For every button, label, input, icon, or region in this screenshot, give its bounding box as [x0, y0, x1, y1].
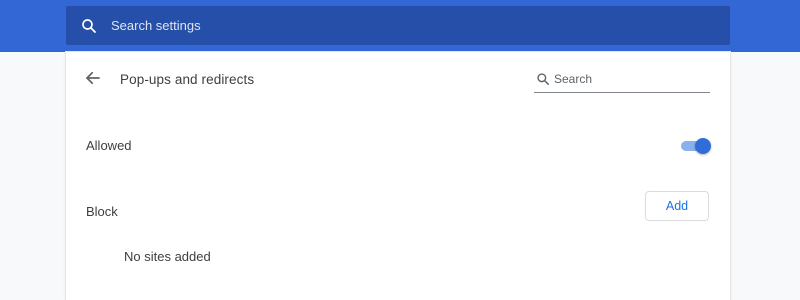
search-icon	[536, 72, 550, 86]
page-title: Pop-ups and redirects	[120, 72, 255, 87]
allowed-label: Allowed	[86, 138, 132, 153]
settings-card: Pop-ups and redirects Allowed Block Add …	[66, 52, 730, 300]
back-button[interactable]	[82, 69, 104, 91]
add-button[interactable]: Add	[645, 191, 709, 221]
no-sites-text: No sites added	[124, 249, 211, 264]
toggle-knob	[695, 138, 711, 154]
back-arrow-icon	[84, 69, 102, 92]
search-icon	[79, 16, 99, 36]
allowed-toggle[interactable]	[679, 138, 711, 154]
block-label: Block	[86, 204, 118, 219]
top-toolbar: Search settings	[0, 0, 800, 52]
page-header: Pop-ups and redirects	[66, 52, 730, 108]
search-settings-placeholder[interactable]: Search settings	[111, 18, 201, 33]
search-settings-box[interactable]: Search settings	[66, 6, 730, 45]
page-search[interactable]	[534, 70, 710, 93]
page-search-input[interactable]	[554, 70, 704, 88]
